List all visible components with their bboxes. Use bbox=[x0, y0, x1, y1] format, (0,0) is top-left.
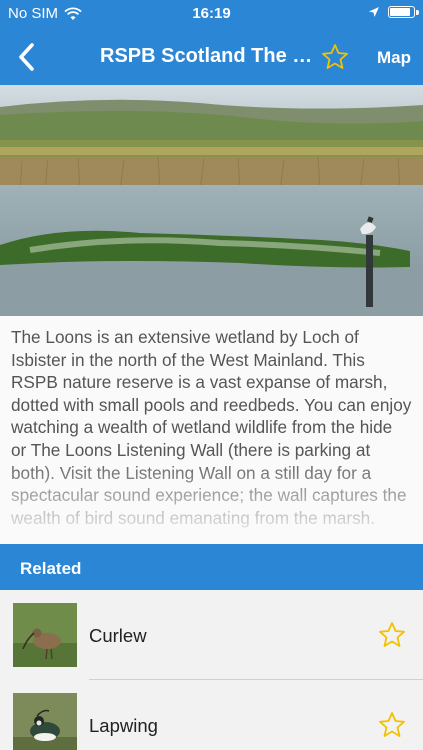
curlew-thumbnail bbox=[13, 603, 77, 667]
list-item-name: Lapwing bbox=[89, 715, 158, 736]
status-bar: No SIM 16:19 bbox=[0, 0, 423, 30]
star-outline-icon bbox=[379, 622, 405, 647]
list-item-curlew[interactable]: Curlew bbox=[0, 590, 423, 680]
clock: 16:19 bbox=[192, 5, 231, 22]
related-header: Related bbox=[0, 544, 423, 590]
hero-photo bbox=[0, 85, 423, 316]
description-panel: The Loons is an extensive wetland by Loc… bbox=[0, 316, 423, 544]
star-outline-icon bbox=[379, 712, 405, 737]
favorite-toggle[interactable] bbox=[377, 710, 407, 740]
list-item-name: Curlew bbox=[89, 625, 147, 646]
back-button[interactable] bbox=[8, 38, 44, 76]
nav-bar: RSPB Scotland The Loons Map bbox=[0, 30, 423, 85]
favorite-toggle[interactable] bbox=[377, 620, 407, 650]
wetland-photo bbox=[0, 85, 423, 316]
list-item-lapwing[interactable]: Lapwing bbox=[0, 680, 423, 750]
status-right bbox=[368, 6, 419, 18]
favorite-button[interactable] bbox=[320, 42, 350, 72]
map-button[interactable]: Map bbox=[377, 48, 411, 68]
related-list: Curlew Lapwing bbox=[0, 590, 423, 750]
description-fade bbox=[0, 454, 423, 544]
star-outline-icon bbox=[322, 44, 348, 69]
page-title: RSPB Scotland The Loons bbox=[100, 45, 322, 67]
chevron-left-icon bbox=[19, 43, 34, 71]
battery-level bbox=[390, 8, 410, 16]
lapwing-thumbnail bbox=[13, 693, 77, 750]
location-arrow-icon bbox=[369, 7, 379, 17]
battery-icon bbox=[388, 6, 419, 18]
